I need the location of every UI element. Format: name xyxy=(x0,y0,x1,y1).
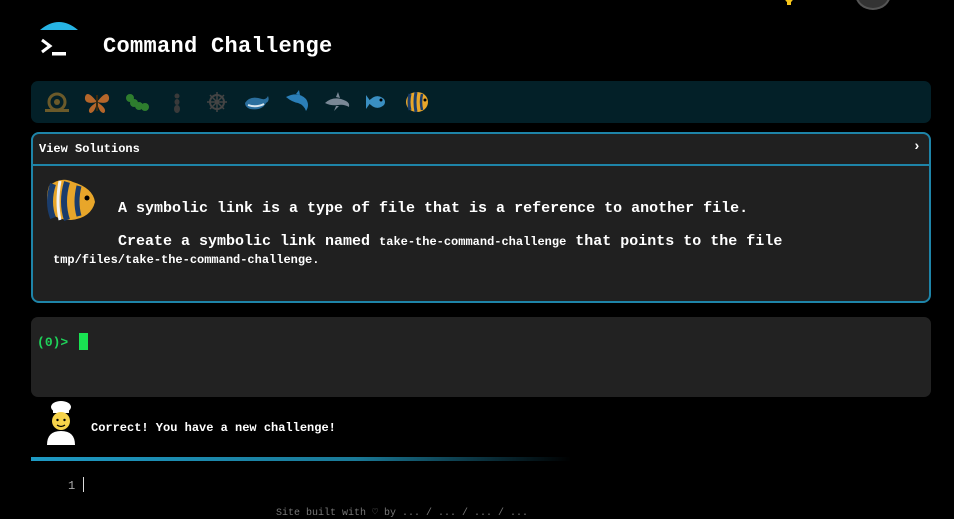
butterfly-icon xyxy=(84,93,110,113)
level-fish[interactable] xyxy=(357,87,397,117)
ship-wheel-icon xyxy=(207,92,227,112)
terminal-cursor xyxy=(79,333,88,350)
prompt-symbol: )> xyxy=(52,335,69,350)
lightbulb-icon[interactable] xyxy=(781,0,797,6)
terminal-prompt: (0)> xyxy=(37,335,68,350)
instruction-text-suffix: that points to the file xyxy=(566,233,783,250)
terminal-prompt-icon xyxy=(40,22,78,56)
target-path-code: tmp/files/take-the-command-challenge xyxy=(53,253,313,267)
target-path-period: . xyxy=(312,253,320,267)
level-whale[interactable] xyxy=(237,87,277,117)
level-tropical-fish[interactable] xyxy=(397,87,437,117)
level-ant[interactable] xyxy=(157,87,197,117)
progress-bar xyxy=(31,457,571,461)
tropical-fish-icon xyxy=(47,179,95,221)
footer-text: Site built with ♡ by ... / ... / ... / .… xyxy=(276,508,529,519)
level-snail[interactable] xyxy=(37,87,77,117)
status-message: Correct! You have a new challenge! xyxy=(91,421,336,435)
page-title: Command Challenge xyxy=(103,34,333,59)
prompt-exit-code: 0 xyxy=(44,335,53,350)
view-solutions-toggle[interactable]: View Solutions › xyxy=(33,134,929,166)
challenge-instruction: Create a symbolic link named take-the-co… xyxy=(118,233,782,250)
level-dolphin-grey[interactable] xyxy=(317,87,357,117)
level-bar xyxy=(31,81,931,123)
link-name-code: take-the-command-challenge xyxy=(379,235,567,249)
challenge-panel: View Solutions › A symbolic link is a ty… xyxy=(31,132,931,303)
ant-icon xyxy=(174,93,180,113)
fish-icon xyxy=(366,95,385,109)
tropical-fish-icon xyxy=(406,91,428,113)
view-solutions-label: View Solutions xyxy=(39,142,140,156)
snail-icon xyxy=(45,92,69,112)
level-ship-wheel[interactable] xyxy=(197,87,237,117)
level-dolphin[interactable] xyxy=(277,87,317,117)
user-avatar-icon[interactable] xyxy=(855,0,891,10)
caterpillar-icon xyxy=(126,94,149,111)
terminal-input[interactable]: (0)> xyxy=(31,317,931,397)
dolphin-grey-icon xyxy=(325,92,350,111)
editor-cursor[interactable] xyxy=(83,477,84,492)
target-path: tmp/files/take-the-command-challenge. xyxy=(53,253,319,267)
level-butterfly[interactable] xyxy=(77,87,117,117)
chevron-right-icon[interactable]: › xyxy=(913,139,921,155)
level-caterpillar[interactable] xyxy=(117,87,157,117)
challenge-description: A symbolic link is a type of file that i… xyxy=(118,200,749,217)
whale-icon xyxy=(245,96,269,110)
chef-icon xyxy=(47,401,75,445)
prompt-paren-open: ( xyxy=(37,335,45,350)
editor-line-number: 1 xyxy=(68,479,76,493)
dolphin-icon xyxy=(286,90,308,111)
instruction-text: Create a symbolic link named xyxy=(118,233,380,250)
